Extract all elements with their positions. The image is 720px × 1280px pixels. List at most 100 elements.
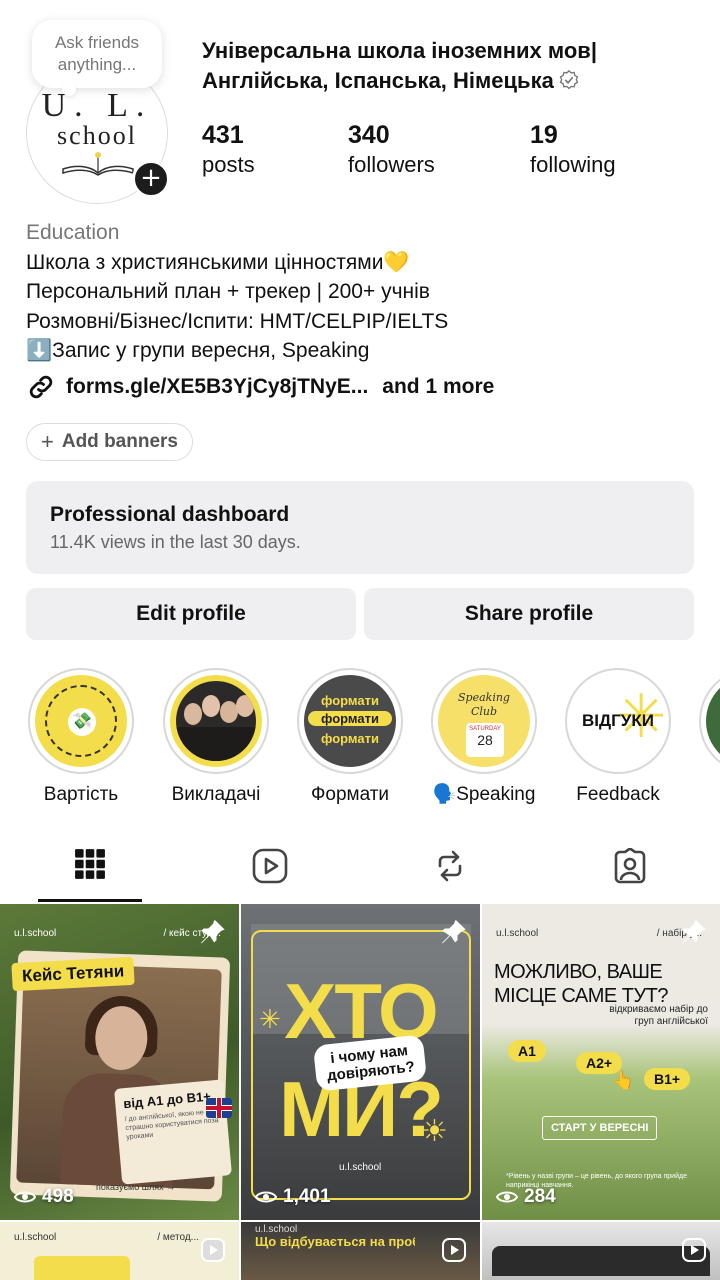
- post-views-count: 284: [524, 1186, 556, 1207]
- tab-reels[interactable]: [218, 838, 322, 902]
- highlight-ring: формати формати формати: [297, 668, 403, 774]
- highlight-label: Формати: [310, 784, 390, 805]
- level-tag: B1+: [644, 1068, 691, 1090]
- posts-stat[interactable]: 431 posts: [202, 120, 255, 180]
- post-tile[interactable]: u.l.school / метод...: [0, 1222, 239, 1280]
- pin-icon: [201, 920, 225, 944]
- tab-tagged[interactable]: [578, 838, 682, 902]
- profile-name: Універсальна школа іноземних мов| Англій…: [202, 36, 702, 96]
- book-icon: [62, 152, 134, 176]
- sparkle-icon: ✳: [259, 1004, 281, 1034]
- add-story-button[interactable]: +: [132, 160, 170, 198]
- post-brand: u.l.school: [496, 928, 539, 939]
- add-banners-label: Add banners: [61, 431, 178, 452]
- posts-count: 431: [202, 121, 244, 149]
- posts-grid: u.l.school / кейс студ... Кейс Тетяни ві…: [0, 904, 720, 1280]
- edit-profile-button[interactable]: Edit profile: [26, 588, 356, 640]
- pin-icon: [682, 920, 706, 944]
- followers-label: followers: [348, 152, 435, 177]
- post-views: 284: [496, 1186, 556, 1208]
- bio-link-row[interactable]: forms.gle/XE5B3YjCy8jTNyE... and 1 more: [26, 371, 494, 403]
- post-views: 1,401: [255, 1186, 331, 1208]
- following-label: following: [530, 152, 616, 177]
- eye-icon: [14, 1191, 36, 1203]
- bio-line: Школа з християнськими цінностями💛: [26, 250, 410, 274]
- following-stat[interactable]: 19 following: [530, 120, 616, 180]
- post-tag: / метод...: [157, 1232, 199, 1243]
- post-tile[interactable]: [482, 1222, 720, 1280]
- reels-icon: [252, 848, 288, 884]
- highlight-more[interactable]: [692, 668, 720, 774]
- highlight-ring: Speaking Club SATURDAY 28: [431, 668, 537, 774]
- money-icon: 💸: [68, 708, 96, 736]
- highlight-price[interactable]: 💸 Вартість: [21, 668, 141, 807]
- bio-category: Education: [26, 221, 120, 244]
- highlight-cover: [706, 675, 720, 767]
- followers-stat[interactable]: 340 followers: [348, 120, 435, 180]
- tab-posts-grid[interactable]: [38, 838, 142, 902]
- bio-link[interactable]: forms.gle/XE5B3YjCy8jTNyE...: [66, 375, 368, 399]
- profile-stats: 431 posts 340 followers 19 following: [202, 120, 702, 186]
- post-brand: u.l.school: [14, 928, 57, 939]
- followers-count: 340: [348, 121, 390, 149]
- eye-icon: [496, 1191, 518, 1203]
- avatar-logo-letters: U. L.: [41, 87, 153, 124]
- repost-icon: [438, 850, 462, 882]
- post-headline: МОЖЛИВО, ВАШЕ МІСЦЕ САМЕ ТУТ?: [494, 961, 669, 1007]
- share-profile-button[interactable]: Share profile: [364, 588, 694, 640]
- grid-icon: [75, 849, 105, 879]
- highlight-cover-text: формати: [321, 693, 379, 708]
- bio-line: Персональний план + трекер | 200+ учнів: [26, 280, 430, 303]
- highlight-ring: [699, 668, 720, 774]
- highlight-cover: [170, 675, 262, 767]
- post-tile[interactable]: u.l.school / кейс студ... Кейс Тетяни ві…: [0, 904, 239, 1220]
- story-highlights: 💸 Вартість Викладачі формати формати фор…: [0, 668, 720, 808]
- highlight-cover-text: формати: [321, 731, 379, 746]
- uk-flag-icon: [206, 1098, 232, 1118]
- post-views-count: 498: [42, 1186, 74, 1207]
- tab-reposts[interactable]: [398, 838, 502, 902]
- link-icon: [29, 375, 53, 399]
- avatar-logo-word: school: [57, 121, 137, 150]
- highlight-cover: Speaking Club SATURDAY 28: [438, 675, 530, 767]
- profile-tabs: [0, 838, 720, 902]
- note-bubble[interactable]: Ask friends anything...: [32, 20, 162, 96]
- plus-icon: +: [41, 429, 54, 454]
- post-headline: Що відбувається на пробному...: [255, 1234, 415, 1249]
- highlight-speaking[interactable]: Speaking Club SATURDAY 28 🗣️Speaking: [424, 668, 544, 807]
- pin-icon: [442, 920, 466, 944]
- highlight-label: 🗣️Speaking: [432, 784, 536, 805]
- highlight-cover-text: Speaking Club: [458, 691, 510, 718]
- highlight-cover-text: формати: [308, 711, 392, 726]
- highlight-cover-text: ВІДГУКИ: [582, 711, 654, 730]
- highlight-teachers[interactable]: Викладачі: [156, 668, 276, 807]
- post-subtitle: відкриваємо набір до груп англійської: [609, 1004, 708, 1027]
- post-tile[interactable]: ХТО МИ? і чому нам довіряють? ☀ ✳ u.l.sc…: [241, 904, 480, 1220]
- post-views-count: 1,401: [283, 1186, 331, 1207]
- bio-link-more[interactable]: and 1 more: [382, 375, 494, 399]
- reels-badge-icon: [682, 1238, 706, 1262]
- cursor-icon: 👆: [612, 1070, 635, 1090]
- post-views: 498: [14, 1186, 74, 1208]
- highlight-ring: [163, 668, 269, 774]
- bio-line: ⬇️Запис у групи вересня, Speaking: [26, 339, 370, 362]
- post-tile[interactable]: u.l.school Що відбувається на пробному..…: [241, 1222, 480, 1280]
- bio-line: Розмовні/Бізнес/Іспити: НМТ/CELPIP/IELTS: [26, 309, 449, 333]
- highlight-formats[interactable]: формати формати формати Формати: [290, 668, 410, 807]
- highlight-label: Вартість: [43, 784, 119, 805]
- post-brand: u.l.school: [339, 1162, 382, 1173]
- reels-badge-icon: [442, 1238, 466, 1262]
- verified-badge-icon: [559, 69, 579, 90]
- posts-label: posts: [202, 152, 255, 177]
- dashboard-title: Professional dashboard: [50, 503, 290, 526]
- professional-dashboard[interactable]: Professional dashboard 11.4K views in th…: [26, 481, 694, 574]
- highlight-label: Feedback: [576, 784, 660, 805]
- highlight-ring: ✳ ВІДГУКИ: [565, 668, 671, 774]
- level-tag: A1: [508, 1040, 546, 1062]
- post-tile[interactable]: u.l.school / набір у... МОЖЛИВО, ВАШЕ МІ…: [482, 904, 720, 1220]
- eye-icon: [255, 1191, 277, 1203]
- post-brand: u.l.school: [14, 1232, 57, 1243]
- highlight-ring: 💸: [28, 668, 134, 774]
- highlight-feedback[interactable]: ✳ ВІДГУКИ Feedback: [558, 668, 678, 807]
- add-banners-button[interactable]: + Add banners: [26, 423, 193, 461]
